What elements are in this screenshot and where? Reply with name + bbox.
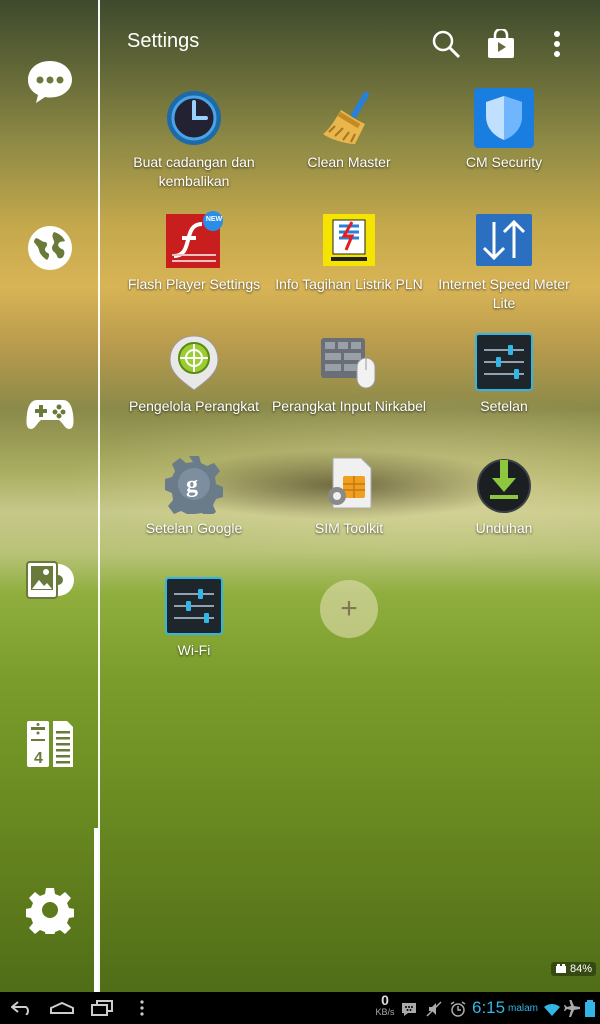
rail-browser-button[interactable] (20, 218, 80, 278)
back-icon (11, 1001, 29, 1015)
chat-bubble-icon (28, 61, 72, 103)
sim-card-icon (319, 454, 379, 514)
home-button[interactable] (42, 994, 82, 1022)
add-app-button[interactable]: + (320, 580, 378, 638)
clock-time: 6:15 (472, 998, 506, 1017)
back-button[interactable] (2, 994, 42, 1022)
updown-arrows-icon (474, 210, 534, 270)
rail-media-button[interactable] (20, 550, 80, 610)
app-google-settings[interactable]: g Setelan Google (116, 454, 272, 538)
overflow-menu-icon (554, 31, 560, 57)
network-speed: 0 KB/s (370, 992, 400, 1018)
app-label: Flash Player Settings (127, 276, 261, 292)
svg-text:4: 4 (34, 750, 43, 767)
speed-value: 0 (381, 992, 389, 1008)
airplane-icon (564, 1000, 580, 1017)
wifi-icon (544, 1003, 560, 1016)
car-battery-icon (555, 964, 566, 973)
side-rail: 4 (0, 0, 100, 992)
backup-clock-icon (164, 88, 224, 148)
svg-text:g: g (186, 472, 198, 498)
app-backup[interactable]: Buat cadangan dan kembalikan (116, 88, 272, 191)
app-downloads[interactable]: Unduhan (426, 454, 582, 538)
rail-settings-button[interactable] (20, 880, 80, 940)
app-pln[interactable]: Info Tagihan Listrik PLN (271, 210, 427, 294)
battery-percent: 84% (569, 963, 592, 975)
app-label: Perangkat Input Nirkabel (271, 398, 427, 414)
app-label: Info Tagihan Listrik PLN (275, 276, 423, 292)
app-label: Clean Master (307, 154, 391, 170)
app-label: Buat cadangan dan kembalikan (133, 154, 255, 189)
device-manager-icon (164, 332, 224, 392)
search-button[interactable] (426, 24, 466, 64)
system-bar: 0 KB/s 6:15 malam (0, 992, 600, 1024)
battery-indicator: 84% (550, 962, 596, 976)
app-clean-master[interactable]: Clean Master (271, 88, 427, 172)
app-label: Setelan (480, 398, 528, 414)
alarm-icon (450, 1001, 466, 1017)
gear-icon (26, 888, 74, 934)
app-wifi[interactable]: Wi-Fi (116, 576, 272, 660)
mute-icon (426, 1001, 442, 1017)
plus-icon: + (340, 592, 358, 625)
app-cm-security[interactable]: CM Security (426, 88, 582, 172)
broom-icon (319, 88, 379, 148)
battery-icon (585, 1000, 595, 1017)
bbm-icon (402, 1003, 416, 1016)
menu-button[interactable] (122, 994, 162, 1022)
speed-unit: KB/s (375, 1007, 395, 1017)
clock-suffix: malam (508, 1003, 539, 1014)
globe-icon (28, 226, 72, 270)
download-icon (474, 454, 534, 514)
home-icon (50, 1001, 74, 1014)
app-device-manager[interactable]: Pengelola Perangkat (116, 332, 272, 416)
app-label: Internet Speed Meter Lite (438, 276, 570, 311)
recent-apps-button[interactable] (82, 994, 122, 1022)
wifi-sliders-icon (164, 576, 224, 636)
settings-sliders-icon (474, 332, 534, 392)
app-wireless-input[interactable]: Perangkat Input Nirkabel (271, 332, 427, 416)
pln-logo-icon (319, 210, 379, 270)
play-store-icon (488, 29, 514, 58)
overflow-menu-icon (140, 1000, 144, 1016)
search-icon (432, 30, 461, 59)
app-label: CM Security (465, 154, 543, 170)
keyboard-mouse-icon (319, 332, 379, 392)
page-title: Settings (127, 30, 200, 52)
app-sim-toolkit[interactable]: SIM Toolkit (271, 454, 427, 538)
overflow-menu-button[interactable] (537, 24, 577, 64)
gallery-music-icon (26, 561, 74, 599)
app-flash-player[interactable]: NEW Flash Player Settings (116, 210, 272, 294)
flash-player-icon: NEW (164, 210, 224, 270)
recent-apps-icon (91, 1000, 113, 1016)
app-label: Unduhan (475, 520, 533, 536)
app-label: Pengelola Perangkat (129, 398, 259, 414)
app-label: SIM Toolkit (314, 520, 384, 536)
gamepad-icon (26, 400, 74, 429)
rail-games-button[interactable] (20, 384, 80, 444)
rail-tools-button[interactable]: 4 (20, 714, 80, 774)
google-settings-icon: g (164, 454, 224, 521)
store-button[interactable] (481, 24, 521, 64)
app-internet-speed[interactable]: Internet Speed Meter Lite (426, 210, 582, 313)
new-badge: NEW (205, 216, 223, 223)
app-settings[interactable]: Setelan (426, 332, 582, 416)
app-label: Wi-Fi (177, 642, 211, 658)
rail-selection-indicator (94, 828, 98, 992)
calculator-notes-icon: 4 (27, 721, 73, 767)
rail-divider (98, 0, 100, 992)
rail-chat-button[interactable] (20, 52, 80, 112)
app-label: Setelan Google (145, 520, 243, 536)
shield-icon (474, 88, 534, 148)
